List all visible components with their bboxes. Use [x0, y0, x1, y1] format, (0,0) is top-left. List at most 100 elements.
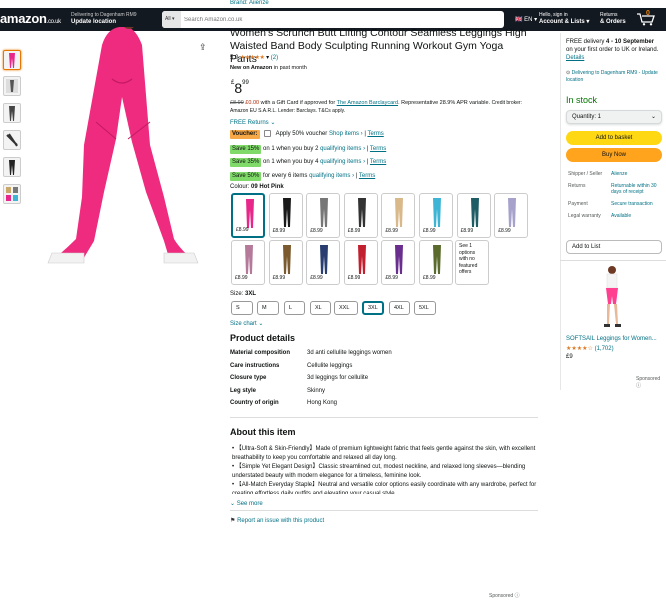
barclaycard-link[interactable]: The Amazon Barclaycard: [337, 100, 398, 106]
swatch-image: [499, 197, 525, 228]
gallery-thumb-4[interactable]: [3, 130, 21, 150]
gallery-thumb-6[interactable]: [3, 184, 21, 204]
search-bar: All ▾: [162, 11, 504, 28]
promo-3-link[interactable]: qualifying items ›: [309, 173, 354, 179]
buybox-info-value[interactable]: Available: [611, 213, 661, 219]
colour-swatch[interactable]: £8.99: [494, 193, 529, 238]
voucher-tag: Voucher:: [230, 130, 260, 140]
colour-swatch[interactable]: £8.99: [306, 240, 341, 285]
delivery-info: FREE delivery 4 - 10 September on your f…: [566, 39, 659, 61]
swatch-image: [349, 197, 375, 228]
see-more-link[interactable]: ⌄ See more: [230, 500, 263, 507]
size-option[interactable]: 5XL: [414, 301, 436, 315]
detail-key: Closure type: [230, 375, 267, 381]
swatch-price: £8.99: [310, 228, 323, 234]
colour-swatch[interactable]: £8.99: [231, 240, 265, 285]
deliver-to-link[interactable]: ⊙ Delivering to Dagenham RM9 - Update lo…: [566, 70, 662, 83]
delivery-details-link[interactable]: Details: [566, 55, 584, 61]
buybox-info-value[interactable]: Returnable within 30 days of receipt: [611, 183, 661, 195]
new-on-amazon: New on Amazon in past month: [230, 65, 307, 71]
amazon-logo[interactable]: amazon.co.uk: [0, 11, 61, 26]
voucher-terms-link[interactable]: Terms: [367, 131, 383, 137]
swatch-price: £8.99: [347, 228, 361, 234]
free-returns-link[interactable]: FREE Returns ⌄: [230, 119, 275, 126]
rating-count-link[interactable]: (2): [271, 55, 278, 61]
colour-swatch[interactable]: £8.99: [231, 193, 265, 238]
voucher-checkbox[interactable]: [264, 130, 272, 137]
size-chart-link[interactable]: Size chart ⌄: [230, 320, 263, 327]
deliver-to-location[interactable]: Delivering to Dagenham RM9 Update locati…: [71, 12, 137, 26]
language-selector[interactable]: 🇬🇧 EN ▾: [515, 16, 537, 23]
gallery-thumb-1[interactable]: [3, 50, 21, 70]
size-option[interactable]: XXL: [334, 301, 358, 315]
sponsored-product-title[interactable]: SOFTSAIL Leggings for Women...: [566, 336, 657, 342]
account-line-1: Hello, sign in: [539, 12, 568, 18]
colour-swatch[interactable]: £8.99: [456, 193, 491, 238]
quantity-select[interactable]: Quantity: 1 ⌄: [566, 110, 662, 124]
account-menu[interactable]: Hello, sign in Account & Lists ▾: [539, 12, 589, 26]
swatch-price: £8.99: [235, 275, 248, 281]
buybox-border: [560, 33, 561, 390]
size-option[interactable]: 4XL: [389, 301, 410, 315]
buybox-info-value[interactable]: Aiienze: [611, 171, 661, 177]
colour-swatch[interactable]: £8.99: [343, 193, 378, 238]
flag-icon: ⚑: [230, 518, 236, 524]
sponsored-product-price: £9: [566, 354, 573, 360]
size-option[interactable]: XL: [310, 301, 331, 315]
cart-button[interactable]: 0: [636, 10, 658, 28]
gallery-thumb-3[interactable]: [3, 103, 21, 123]
add-to-basket-button[interactable]: Add to basket: [566, 131, 662, 145]
size-option[interactable]: L: [284, 301, 305, 315]
buybox-info-key: Legal warranty: [568, 213, 601, 219]
promo-2-terms[interactable]: Terms: [370, 159, 386, 165]
no-featured-offers-swatch[interactable]: See 1 options with no featured offers: [455, 240, 489, 285]
chevron-down-icon: ⌄: [258, 321, 264, 327]
detail-value: 3d anti cellulite leggings women: [307, 350, 392, 356]
promo-row-3: Save 50% for every 6 items qualifying it…: [230, 172, 376, 181]
swatch-image: [386, 197, 412, 228]
colour-swatch[interactable]: £8.99: [381, 193, 416, 238]
gallery-thumb-5[interactable]: [3, 157, 21, 177]
search-input[interactable]: [184, 11, 480, 28]
promo-1-link[interactable]: qualifying items ›: [320, 146, 365, 152]
size-option[interactable]: M: [257, 301, 279, 315]
colour-swatch[interactable]: £8.99: [343, 240, 378, 285]
buybox-info-value[interactable]: Secure transaction: [611, 201, 661, 207]
gallery-thumb-2[interactable]: [3, 76, 21, 96]
promo-1-terms[interactable]: Terms: [370, 146, 386, 152]
colour-swatch[interactable]: £8.99: [381, 240, 416, 285]
colour-swatch[interactable]: £8.99: [268, 193, 303, 238]
sponsored-product-image[interactable]: [592, 264, 632, 330]
search-category-select[interactable]: All ▾: [162, 11, 181, 28]
swatch-image: [274, 244, 300, 275]
product-details-heading: Product details: [230, 333, 296, 343]
sponsored-product-rating[interactable]: ★★★★☆ (1,702): [566, 345, 614, 352]
brand-link[interactable]: Brand: Aiienze: [230, 0, 269, 6]
chevron-down-icon: ⌄: [270, 120, 276, 126]
uk-flag-icon: 🇬🇧: [515, 17, 523, 23]
colour-swatch[interactable]: £8.99: [268, 240, 303, 285]
buybox-info-key: Payment: [568, 201, 588, 207]
colour-swatch[interactable]: £8.99: [419, 240, 453, 285]
promo-2-link[interactable]: qualifying items ›: [320, 159, 365, 165]
size-option[interactable]: 3XL: [362, 301, 384, 315]
rating-summary[interactable]: 5.0 ★★★★★ ▾ (2): [230, 54, 278, 61]
swatch-price: £8.99: [272, 228, 286, 234]
returns-line-2: & Orders: [600, 19, 626, 25]
size-option[interactable]: S: [231, 301, 253, 315]
colour-swatch[interactable]: £8.99: [306, 193, 341, 238]
swatch-price: £8.99: [310, 275, 323, 281]
returns-orders[interactable]: Returns & Orders: [600, 12, 626, 26]
add-to-list-button[interactable]: Add to List: [566, 240, 662, 254]
voucher-shop-link[interactable]: Shop items ›: [329, 131, 363, 137]
swatch-price: £8.99: [385, 275, 398, 281]
chevron-down-icon: ⌄: [230, 501, 236, 507]
swatch-price: £8.99: [272, 275, 286, 281]
promo-3-terms[interactable]: Terms: [359, 173, 375, 179]
product-price: £899: [231, 80, 249, 96]
main-product-image[interactable]: [24, 27, 212, 265]
share-icon[interactable]: ⇪: [199, 42, 207, 53]
report-issue-link[interactable]: ⚑ Report an issue with this product: [230, 517, 324, 524]
buy-now-button[interactable]: Buy Now: [566, 148, 662, 162]
colour-swatch[interactable]: £8.99: [419, 193, 453, 238]
